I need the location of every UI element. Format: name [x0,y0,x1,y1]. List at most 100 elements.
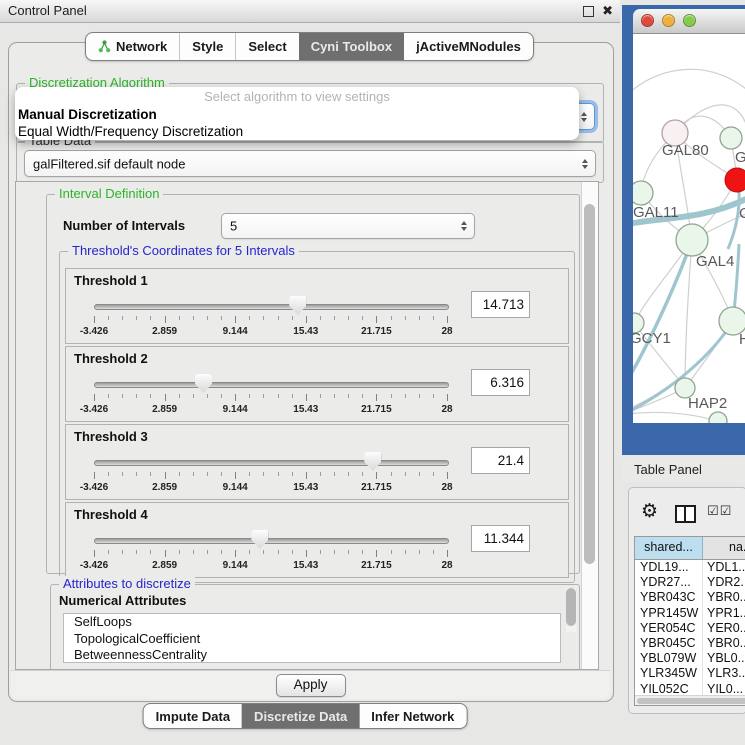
table-cell[interactable]: YER054C [635,621,703,636]
algorithm-placeholder-option[interactable]: Select algorithm to view settings [15,87,579,106]
node-label: GCY1 [633,330,671,347]
slider-tick [221,316,222,320]
slider-tick [263,472,264,476]
table-data-combobox[interactable]: galFiltered.sif default node [24,150,596,177]
numerical-attributes-list[interactable]: SelfLoopsTopologicalCoefficientBetweenne… [63,613,561,663]
slider-handle[interactable] [364,452,381,471]
threshold-1-value-field[interactable]: 14.713 [471,291,530,318]
table-cell[interactable]: YBR043C [635,590,703,605]
settings-vertical-scrollbar[interactable] [581,182,598,669]
slider-tick [306,550,307,557]
tab-select[interactable]: Select [235,33,298,60]
slider-track[interactable] [94,304,449,310]
control-panel-titlebar: Control Panel ✖ [0,0,620,23]
tab-network[interactable]: Network [86,33,179,60]
columns-icon[interactable] [675,505,696,523]
table-cell[interactable]: YBL0... [703,651,745,666]
slider-tick [136,316,137,320]
network-window-titlebar[interactable] [633,9,745,34]
node-g[interactable] [720,127,742,149]
attribute-item[interactable]: SelfLoops [74,614,560,631]
gear-icon[interactable]: ⚙ [641,502,658,521]
tab-infer-network[interactable]: Infer Network [359,704,466,728]
slider-tick [306,394,307,401]
threshold-2-value-field[interactable]: 6.316 [471,369,530,396]
network-canvas[interactable]: GAL80 G C GAL11 GAL4 GCY1 H HAP2 [633,34,745,423]
table-horizontal-scrollbar[interactable] [635,695,745,705]
node-gal11[interactable] [633,181,653,205]
slider-scale-label: 21.715 [361,326,392,337]
table-data-selected-value: galFiltered.sif default node [33,156,185,171]
table-row[interactable]: YDR27...YDR2... [635,575,745,590]
apply-button[interactable]: Apply [276,674,346,697]
close-icon[interactable]: ✖ [602,3,613,19]
table-cell[interactable]: YLR345W [635,666,703,681]
attributes-list-scrollbar[interactable] [566,588,576,632]
slider-handle[interactable] [289,296,306,315]
threshold-4-value-field[interactable]: 11.344 [471,525,530,552]
attribute-item[interactable]: TopologicalCoefficient [74,631,560,648]
slider-tick [249,550,250,554]
zoom-traffic-light-icon[interactable] [683,14,696,27]
table-row[interactable]: YPR145WYPR1... [635,606,745,621]
number-of-intervals-value: 5 [230,219,237,234]
table-row[interactable]: YER054CYER0... [635,621,745,636]
slider-tick [292,550,293,554]
table-cell[interactable]: YDR2... [703,575,745,590]
algorithm-option-manual[interactable]: Manual Discretization [15,106,579,123]
table-cell[interactable]: YDL1... [703,560,745,575]
close-traffic-light-icon[interactable] [641,14,654,27]
table-row[interactable]: YBR043CYBR0... [635,590,745,605]
slider-tick [122,394,123,398]
tab-cyni-toolbox[interactable]: Cyni Toolbox [299,33,404,60]
network-window-frame[interactable]: GAL80 G C GAL11 GAL4 GCY1 H HAP2 [622,5,745,455]
node-gal4[interactable] [676,224,708,256]
attribute-item[interactable]: BetweennessCentrality [74,647,560,663]
tab-impute-data[interactable]: Impute Data [144,704,242,728]
slider-tick [179,550,180,554]
slider-tick [249,394,250,398]
scrollbar-thumb[interactable] [566,588,576,626]
slider-tick [278,472,279,476]
slider-tick [165,394,166,401]
node-selected-red[interactable] [725,168,745,192]
table-cell[interactable]: YER0... [703,621,745,636]
table-cell[interactable]: YDL19... [635,560,703,575]
threshold-4-slider: -3.4262.8599.14415.4321.71528 [74,525,469,575]
table-cell[interactable]: YBL079W [635,651,703,666]
slider-tick [419,316,420,320]
column-header-shared-name[interactable]: shared... [635,537,703,559]
slider-track[interactable] [94,460,449,466]
table-cell[interactable]: YBR0... [703,636,745,651]
slider-handle[interactable] [195,374,212,393]
slider-tick [278,316,279,320]
table-row[interactable]: YDL19...YDL1... [635,560,745,575]
table-row[interactable]: YLR345WYLR3... [635,666,745,681]
slider-track[interactable] [94,382,449,388]
tab-style[interactable]: Style [179,33,235,60]
scrollbar-thumb[interactable] [584,204,595,564]
table-cell[interactable]: YPR145W [635,606,703,621]
minimize-traffic-light-icon[interactable] [662,14,675,27]
slider-track[interactable] [94,538,449,544]
slider-tick [207,316,208,320]
table-cell[interactable]: YDR27... [635,575,703,590]
table-cell[interactable]: YLR3... [703,666,745,681]
table-cell[interactable]: YPR1... [703,606,745,621]
node-partial[interactable] [709,412,727,423]
slider-handle[interactable] [251,530,268,549]
table-cell[interactable]: YBR045C [635,636,703,651]
table-row[interactable]: YBR045CYBR0... [635,636,745,651]
scrollbar-thumb[interactable] [637,698,745,704]
tab-discretize-data[interactable]: Discretize Data [242,704,359,728]
threshold-3-value-field[interactable]: 21.4 [471,447,530,474]
select-columns-checkbox-icons[interactable]: ☑☑ [707,503,732,519]
algorithm-option-equal-width[interactable]: Equal Width/Frequency Discretization [15,123,579,140]
float-window-icon[interactable] [583,6,594,17]
table-cell[interactable]: YBR0... [703,590,745,605]
number-of-intervals-combobox[interactable]: 5 [221,213,475,239]
tab-jactivemnodules[interactable]: jActiveMNodules [404,33,533,60]
slider-tick [419,550,420,554]
table-row[interactable]: YBL079WYBL0... [635,651,745,666]
column-header-name[interactable]: na... [703,537,745,559]
